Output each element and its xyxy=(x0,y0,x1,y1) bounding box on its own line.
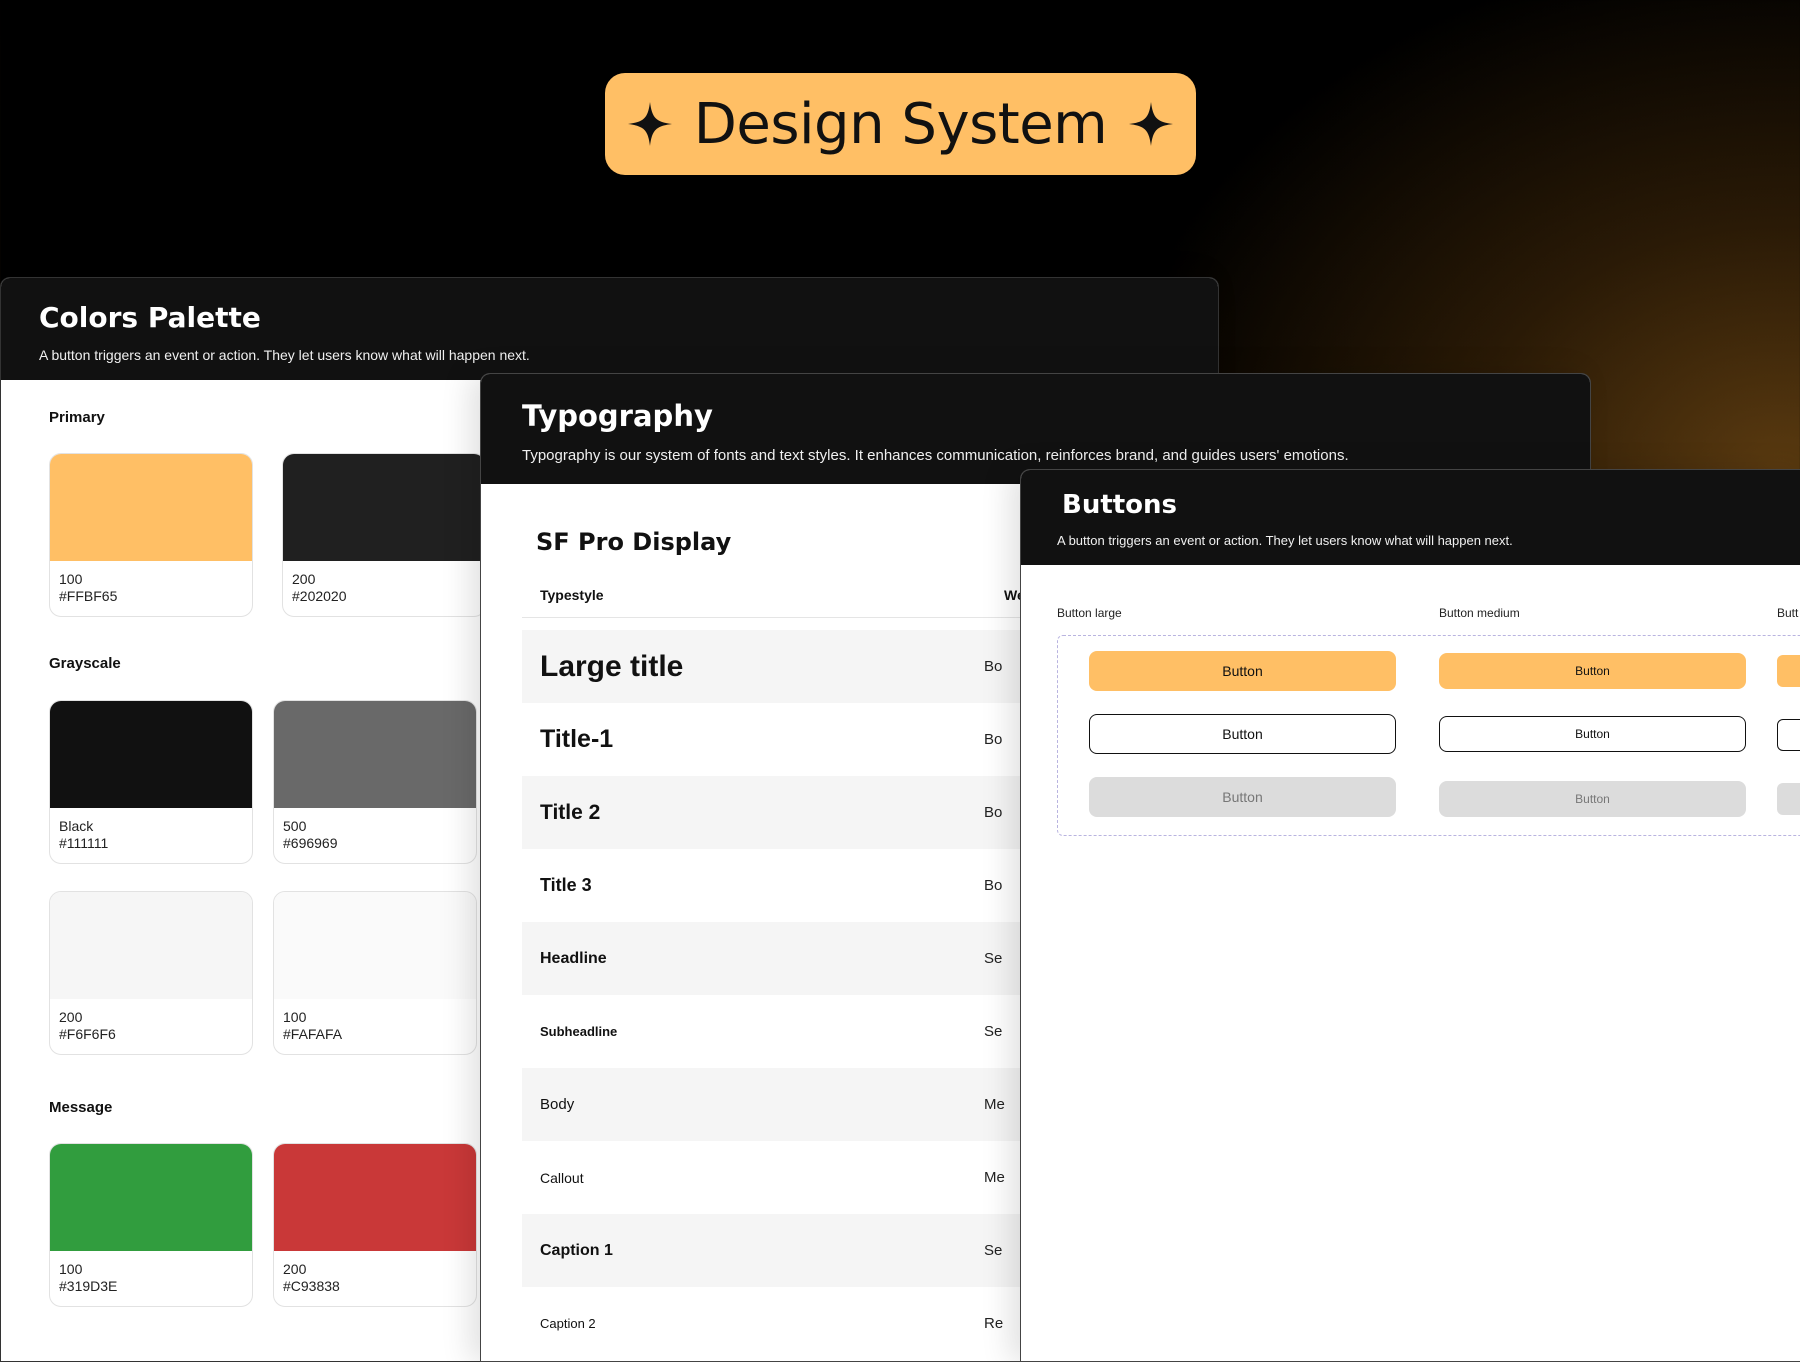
buttons-panel-description: A button triggers an event or action. Th… xyxy=(1057,533,1513,548)
typestyle-name: Caption 2 xyxy=(540,1316,596,1331)
typestyle-name: Headline xyxy=(540,949,607,967)
outline-button-medium[interactable]: Button xyxy=(1439,716,1746,752)
typestyle-weight: Bo xyxy=(984,804,1003,821)
typestyle-name: Caption 1 xyxy=(540,1241,613,1259)
disabled-button-large[interactable]: Button xyxy=(1089,777,1396,817)
swatch-shade: 200 xyxy=(59,1009,83,1025)
column-header-typestyle: Typestyle xyxy=(540,587,604,603)
primary-button-large[interactable]: Button xyxy=(1089,651,1396,691)
section-label-grayscale: Grayscale xyxy=(49,655,121,672)
outline-button-large[interactable]: Button xyxy=(1089,714,1396,754)
design-system-badge: Design System xyxy=(605,73,1196,175)
color-swatch[interactable]: 100 #FFBF65 xyxy=(49,453,253,617)
typestyle-name: Title 2 xyxy=(540,800,601,824)
colors-panel-header: Colors Palette A button triggers an even… xyxy=(1,278,1218,380)
typestyle-name: Title 3 xyxy=(540,875,592,895)
typestyle-weight: Bo xyxy=(984,731,1003,748)
typestyle-weight: Re xyxy=(984,1315,1004,1332)
swatch-shade: 100 xyxy=(59,1261,83,1277)
section-label-message: Message xyxy=(49,1099,113,1116)
typestyle-name: Title-1 xyxy=(540,725,614,753)
typography-panel-description: Typography is our system of fonts and te… xyxy=(522,447,1349,464)
swatch-hex: #319D3E xyxy=(59,1278,118,1294)
swatch-fill xyxy=(50,454,252,561)
color-swatch[interactable]: 100 #FAFAFA xyxy=(273,891,477,1055)
color-swatch[interactable]: 500 #696969 xyxy=(273,700,477,864)
size-label-large: Button large xyxy=(1057,606,1122,620)
disabled-button-medium[interactable]: Button xyxy=(1439,781,1746,817)
swatch-shade: 200 xyxy=(283,1261,307,1277)
swatch-fill xyxy=(274,892,476,999)
swatch-shade: 200 xyxy=(292,571,316,587)
typestyle-weight: Me xyxy=(984,1169,1005,1186)
typestyle-weight: Se xyxy=(984,950,1003,967)
swatch-fill xyxy=(283,454,485,561)
section-label-primary: Primary xyxy=(49,409,105,426)
buttons-panel-title: Buttons xyxy=(1062,490,1178,520)
swatch-hex: #111111 xyxy=(59,835,109,851)
swatch-fill xyxy=(50,1144,252,1251)
swatch-shade: 100 xyxy=(59,571,83,587)
color-swatch[interactable]: Black #111111 xyxy=(49,700,253,864)
swatch-fill xyxy=(274,1144,476,1251)
swatch-hex: #F6F6F6 xyxy=(59,1026,116,1042)
sparkle-icon xyxy=(1129,102,1174,146)
typestyle-weight: Se xyxy=(984,1242,1003,1259)
disabled-button-small[interactable] xyxy=(1777,783,1800,815)
swatch-shade: 500 xyxy=(283,818,307,834)
swatch-hex: #696969 xyxy=(283,835,338,851)
typestyle-weight: Bo xyxy=(984,658,1003,675)
typography-panel-header: Typography Typography is our system of f… xyxy=(481,374,1590,484)
color-swatch[interactable]: 200 #F6F6F6 xyxy=(49,891,253,1055)
hero-title: Design System xyxy=(693,91,1108,157)
primary-button-medium[interactable]: Button xyxy=(1439,653,1746,689)
buttons-panel-header: Buttons A button triggers an event or ac… xyxy=(1021,470,1800,565)
size-label-medium: Button medium xyxy=(1439,606,1520,620)
typestyle-weight: Me xyxy=(984,1096,1005,1113)
typography-panel-title: Typography xyxy=(522,399,713,433)
colors-panel-title: Colors Palette xyxy=(39,301,261,334)
typestyle-weight: Bo xyxy=(984,877,1003,894)
typestyle-weight: Se xyxy=(984,1023,1003,1040)
size-label-small: Butt xyxy=(1777,606,1799,620)
outline-button-small[interactable] xyxy=(1777,719,1800,751)
typestyle-name: Callout xyxy=(540,1169,584,1186)
swatch-hex: #FAFAFA xyxy=(283,1026,343,1042)
sparkle-icon xyxy=(627,102,672,146)
typestyle-name: Body xyxy=(540,1096,575,1113)
swatch-fill xyxy=(274,701,476,808)
swatch-shade: 100 xyxy=(283,1009,307,1025)
typestyle-name: Large title xyxy=(540,649,684,683)
swatch-fill xyxy=(50,892,252,999)
swatch-hex: #C93838 xyxy=(283,1278,340,1294)
colors-panel-description: A button triggers an event or action. Th… xyxy=(39,347,530,363)
font-family-name: SF Pro Display xyxy=(536,528,732,556)
color-swatch[interactable]: 200 #C93838 xyxy=(273,1143,477,1307)
swatch-hex: #202020 xyxy=(292,588,347,604)
primary-button-small[interactable] xyxy=(1777,655,1800,687)
swatch-hex: #FFBF65 xyxy=(59,588,118,604)
swatch-fill xyxy=(50,701,252,808)
color-swatch[interactable]: 100 #319D3E xyxy=(49,1143,253,1307)
typestyle-name: Subheadline xyxy=(540,1024,618,1039)
swatch-shade: Black xyxy=(59,818,94,834)
color-swatch[interactable]: 200 #202020 xyxy=(282,453,486,617)
buttons-panel: Buttons A button triggers an event or ac… xyxy=(1020,469,1800,1362)
